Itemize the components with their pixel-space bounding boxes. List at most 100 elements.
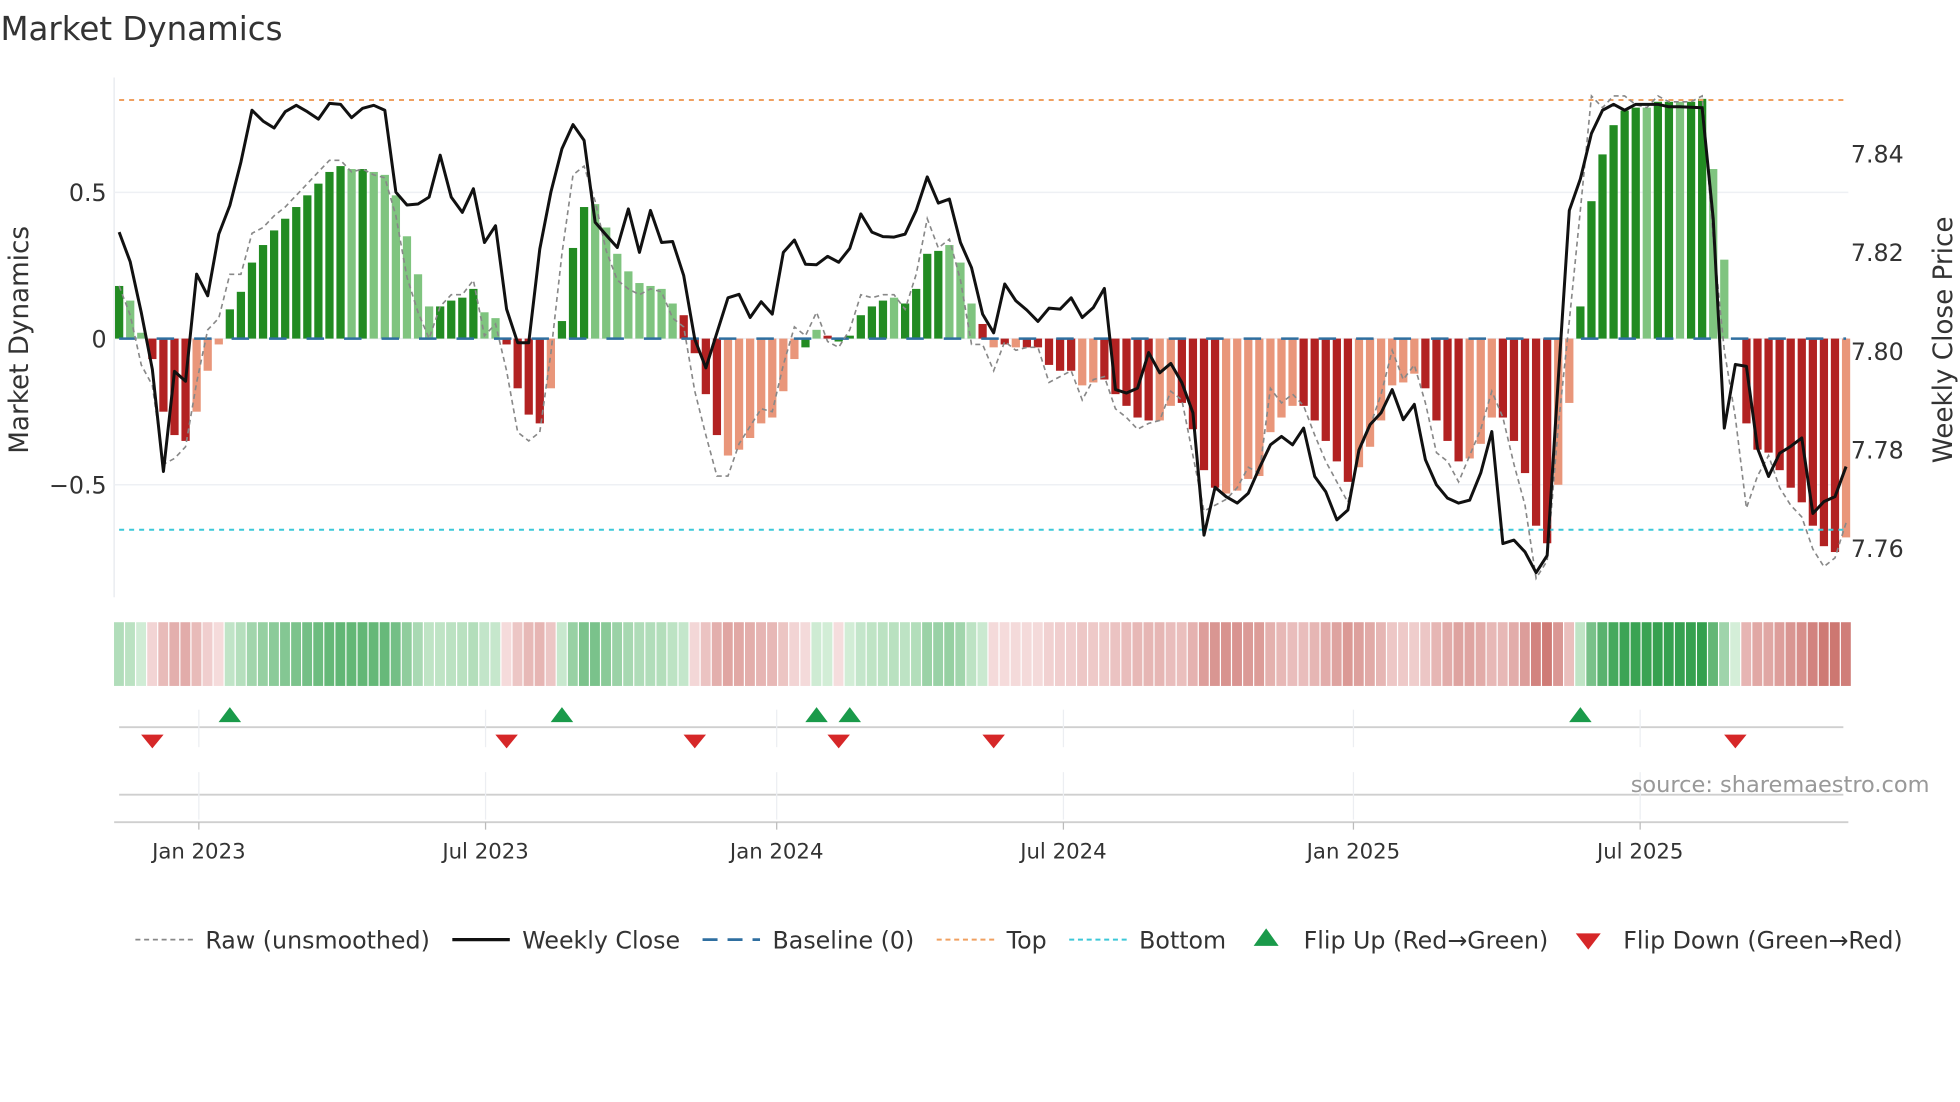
strip-cell [1154,622,1165,686]
legend-item-flip_down: Flip Down (Green→Red) [1575,926,1903,954]
dynamics-bar [292,207,301,339]
y2-tick-label: 7.84 [1851,140,1904,168]
dynamics-bar [1277,338,1286,418]
strip-cell [567,622,578,686]
dynamics-bar [347,169,356,339]
dynamics-bar [1055,338,1065,371]
dynamics-bar [723,338,733,456]
strip-cell [224,622,235,686]
strip-cell [1221,622,1231,686]
legend-label: Bottom [1139,926,1226,954]
strip-cell [1785,622,1796,686]
dynamics-bar [1443,338,1452,441]
dynamics-bar [1432,338,1441,421]
strip-cell [302,622,313,686]
dynamics-bar [1786,338,1795,488]
strip-cell [1409,622,1420,686]
dynamics-bar [734,338,744,450]
strip-cell [257,622,268,686]
strip-cell [1121,622,1132,686]
dynamics-bar [436,306,445,339]
strip-cell [202,622,213,686]
dynamics-bar [790,338,799,360]
dynamics-bar [757,338,766,424]
strip-cell [1575,622,1586,686]
strip-cell [457,622,468,686]
dynamics-bar [325,171,334,339]
dynamics-bar [1210,338,1220,488]
strip-cell [944,622,955,686]
strip-cell [1265,622,1276,686]
strip-cell [1066,622,1076,686]
strip-cell [1342,622,1353,686]
dynamics-bar [115,285,124,339]
flip-down-marker [1724,734,1747,749]
strip-cell [1364,622,1375,686]
strip-cell [999,622,1010,686]
dynamics-bar [1199,338,1209,471]
dynamics-bar [1531,338,1541,526]
dynamics-bar [1299,338,1308,406]
legend-item-bottom: Bottom [1069,926,1226,954]
strip-cell [268,622,279,686]
dynamics-bar [1675,101,1685,339]
dynamics-bar [413,274,423,339]
dynamics-bar [1498,338,1508,418]
dynamics-bar [801,338,810,348]
strip-cell [1088,622,1099,686]
strip-cell [789,622,800,686]
dynamics-bar [1598,154,1607,339]
dynamics-bar [214,338,223,345]
dynamics-bar [303,195,312,339]
strip-cell [1564,622,1575,686]
strip-cell [1198,622,1209,686]
strip-cell [1508,622,1519,686]
strip-cell [1420,622,1431,686]
strip-cell [1143,622,1154,686]
x-tick-label: Jul 2025 [1595,839,1683,864]
y2-tick-label: 7.82 [1851,239,1904,267]
strip-cell [1840,622,1851,686]
dynamics-bar [878,300,888,339]
dynamics-bar [1830,338,1840,553]
strip-cell [1641,622,1652,686]
strip-cell [1519,622,1530,686]
dynamics-bar [1332,338,1341,462]
strip-cell [899,622,910,686]
strip-cell [767,622,778,686]
dynamics-bar [1620,110,1629,339]
dynamics-bar [369,171,378,339]
strip-cell [888,622,899,686]
strip-cell [1032,622,1043,686]
market-dynamics-chart: Market Dynamics Market Dynamics Weekly C… [0,10,1959,954]
dynamics-bar [1576,306,1585,339]
strip-cell [1741,622,1752,686]
strip-cell [280,622,290,686]
strip-cell [590,622,600,686]
strip-cell [313,622,324,686]
flip-up-marker [218,707,242,723]
strip-cell [1497,622,1508,686]
strip-cell [966,622,977,686]
strip-cell [1553,622,1563,686]
strip-cell [169,622,180,686]
dynamics-bar [546,338,555,389]
strip-cell [711,622,722,686]
strip-cell [1719,622,1730,686]
strip-cell [667,622,678,686]
strip-cell [822,622,833,686]
y2-axis-label: Weekly Close Price [1929,217,1959,464]
dynamics-bar [1233,338,1242,491]
dynamics-bar [1044,338,1054,365]
dynamics-bar [912,288,921,339]
dynamics-bar [1067,338,1076,371]
dynamics-bar [1421,338,1430,389]
strip-cell [125,622,135,686]
strip-cell [390,622,401,686]
legend: Raw (unsmoothed) Weekly Close Baseline (0)… [135,926,1903,954]
strip-cell [556,622,567,686]
legend-item-close: Weekly Close [452,926,680,954]
dynamics-bar [1078,338,1087,386]
strip-cell [1542,622,1552,686]
dynamics-bar [1487,338,1496,418]
